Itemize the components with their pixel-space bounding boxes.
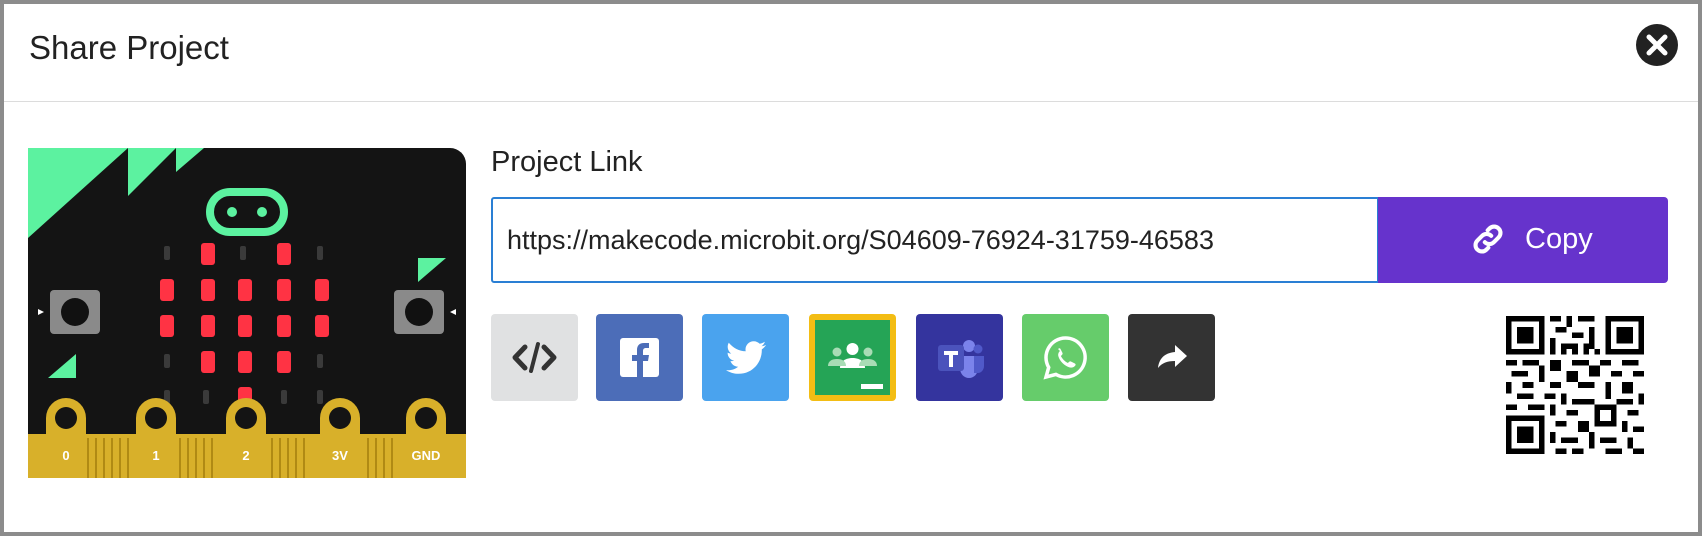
twitter-icon (726, 341, 766, 374)
dialog-title: Share Project (29, 29, 229, 66)
pin-label-gnd: GND (412, 448, 441, 463)
share-arrow-icon (1158, 345, 1187, 368)
teams-icon (938, 340, 984, 378)
close-button[interactable] (1636, 24, 1678, 66)
pin-label-1: 1 (152, 448, 159, 463)
share-more-button[interactable] (1128, 314, 1215, 401)
copy-button[interactable]: Copy (1378, 197, 1668, 283)
microbit-preview: 0 1 2 3V GND (28, 148, 466, 478)
facebook-icon (620, 338, 659, 377)
close-icon (1646, 34, 1668, 56)
whatsapp-icon (1043, 336, 1087, 380)
code-icon (512, 342, 557, 373)
share-microsoft-teams-button[interactable] (916, 314, 1003, 401)
share-facebook-button[interactable] (596, 314, 683, 401)
google-classroom-icon (815, 320, 890, 395)
dialog-header: Share Project (4, 4, 1698, 102)
share-twitter-button[interactable] (702, 314, 789, 401)
pin-label-0: 0 (62, 448, 69, 463)
project-link-input[interactable] (491, 197, 1379, 283)
pin-label-2: 2 (242, 448, 249, 463)
share-dialog: Share Project 0 1 2 3V GND Project Link … (0, 0, 1702, 536)
share-google-classroom-button[interactable] (809, 314, 896, 401)
copy-label: Copy (1525, 223, 1593, 255)
qr-code (1506, 316, 1644, 454)
pin-label-3v: 3V (332, 448, 348, 463)
link-icon (1473, 224, 1503, 254)
share-embed-button[interactable] (491, 314, 578, 401)
project-link-label: Project Link (491, 146, 643, 178)
share-whatsapp-button[interactable] (1022, 314, 1109, 401)
